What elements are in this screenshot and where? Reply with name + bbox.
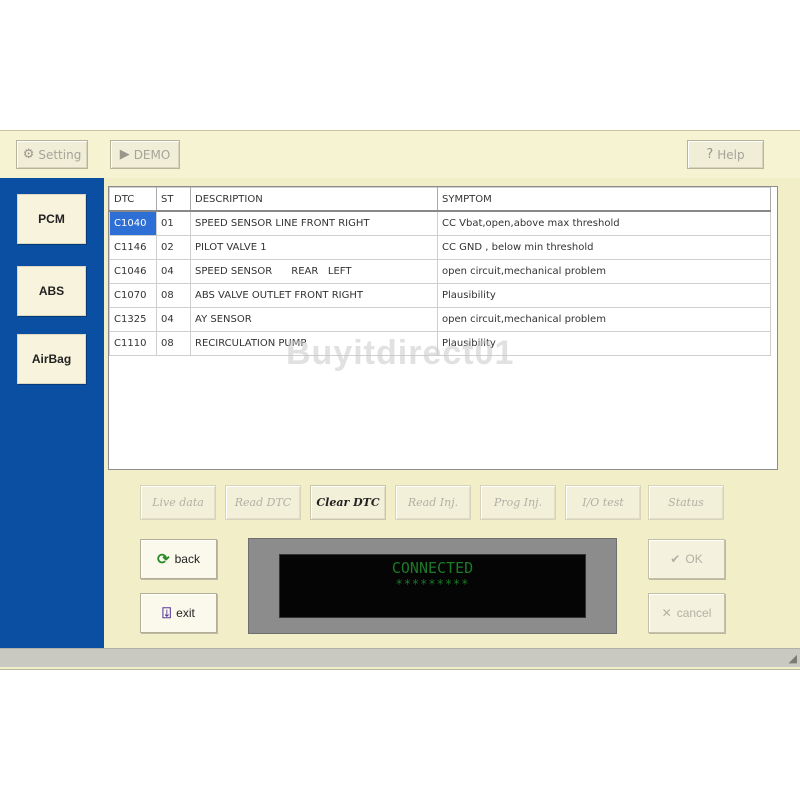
table-row[interactable]: C1325 04 AY SENSOR open circuit,mechanic…: [109, 307, 771, 332]
prog-inj-button[interactable]: Prog Inj.: [480, 485, 556, 520]
description-cell: SPEED SENSOR REAR LEFT: [190, 259, 438, 284]
dtc-table: DTC ST DESCRIPTION SYMPTOM C1040 01 SPEE…: [109, 187, 771, 356]
connection-progress-text: *********: [395, 577, 470, 591]
back-label: back: [174, 552, 200, 566]
dtc-cell[interactable]: C1325: [109, 307, 157, 332]
status-bar: ◢: [0, 648, 800, 667]
cancel-icon: ✕: [661, 606, 672, 620]
clear-dtc-button[interactable]: Clear DTC: [310, 485, 386, 520]
io-test-button[interactable]: I/O test: [565, 485, 641, 520]
play-icon: ▶: [119, 147, 130, 162]
table-row[interactable]: C1046 04 SPEED SENSOR REAR LEFT open cir…: [109, 259, 771, 284]
sidebar-item-label: ABS: [38, 284, 65, 298]
watermark-text: Buyitdirect01: [286, 334, 515, 372]
table-header-row: DTC ST DESCRIPTION SYMPTOM: [109, 187, 771, 212]
connection-display-frame: CONNECTED *********: [248, 538, 617, 634]
setting-button[interactable]: ⚙ Setting: [16, 140, 88, 169]
dtc-cell[interactable]: C1146: [109, 235, 157, 260]
dtc-cell[interactable]: C1040: [109, 210, 157, 236]
demo-button[interactable]: ▶ DEMO: [110, 140, 180, 169]
help-button[interactable]: ? Help: [687, 140, 764, 169]
sidebar-item-label: PCM: [38, 212, 65, 226]
dtc-table-panel[interactable]: DTC ST DESCRIPTION SYMPTOM C1040 01 SPEE…: [108, 186, 778, 470]
sidebar-item-label: AirBag: [31, 352, 72, 366]
read-dtc-button[interactable]: Read DTC: [225, 485, 301, 520]
dtc-cell[interactable]: C1070: [109, 283, 157, 308]
sidebar-item-airbag[interactable]: AirBag: [17, 334, 86, 384]
symptom-cell: open circuit,mechanical problem: [437, 259, 771, 284]
st-cell: 04: [156, 307, 191, 332]
st-cell: 08: [156, 331, 191, 356]
module-sidebar: PCM ABS AirBag: [0, 178, 104, 649]
setting-label: Setting: [38, 147, 82, 162]
back-button[interactable]: ⟳ back: [140, 539, 217, 579]
toolbar: ⚙ Setting ▶ DEMO ? Help: [0, 131, 800, 178]
cancel-button[interactable]: ✕ cancel: [648, 593, 725, 633]
st-cell: 02: [156, 235, 191, 260]
connection-status-text: CONNECTED: [391, 559, 474, 577]
status-button[interactable]: Status: [648, 485, 724, 520]
table-row[interactable]: C1146 02 PILOT VALVE 1 CC GND , below mi…: [109, 235, 771, 260]
question-icon: ?: [706, 147, 714, 162]
st-cell: 08: [156, 283, 191, 308]
refresh-icon: ⟳: [157, 551, 170, 568]
ok-button[interactable]: ✔ OK: [648, 539, 725, 579]
live-data-button[interactable]: Live data: [140, 485, 216, 520]
st-cell: 04: [156, 259, 191, 284]
table-row[interactable]: C1040 01 SPEED SENSOR LINE FRONT RIGHT C…: [109, 210, 771, 236]
dtc-cell[interactable]: C1110: [109, 331, 157, 356]
symptom-cell: CC GND , below min threshold: [437, 235, 771, 260]
exit-label: exit: [176, 606, 195, 620]
symptom-cell: Plausibility: [437, 283, 771, 308]
connection-display: CONNECTED *********: [279, 554, 586, 618]
exit-button[interactable]: ⍗ exit: [140, 593, 217, 633]
description-cell: SPEED SENSOR LINE FRONT RIGHT: [190, 210, 438, 236]
exit-icon: ⍗: [162, 604, 172, 622]
sidebar-item-pcm[interactable]: PCM: [17, 194, 86, 244]
help-label: Help: [717, 147, 745, 162]
dtc-cell[interactable]: C1046: [109, 259, 157, 284]
description-cell: ABS VALVE OUTLET FRONT RIGHT: [190, 283, 438, 308]
column-header-description[interactable]: DESCRIPTION: [190, 187, 438, 212]
st-cell: 01: [156, 210, 191, 236]
resize-grip-icon[interactable]: ◢: [789, 652, 797, 665]
symptom-cell: CC Vbat,open,above max threshold: [437, 210, 771, 236]
gear-icon: ⚙: [22, 147, 35, 162]
description-cell: PILOT VALVE 1: [190, 235, 438, 260]
column-header-dtc[interactable]: DTC: [109, 187, 157, 212]
table-row[interactable]: C1070 08 ABS VALVE OUTLET FRONT RIGHT Pl…: [109, 283, 771, 308]
read-inj-button[interactable]: Read Inj.: [395, 485, 471, 520]
column-header-symptom[interactable]: SYMPTOM: [437, 187, 771, 212]
column-header-st[interactable]: ST: [156, 187, 191, 212]
ok-label: OK: [685, 552, 703, 566]
sidebar-item-abs[interactable]: ABS: [17, 266, 86, 316]
check-icon: ✔: [670, 552, 681, 566]
description-cell: AY SENSOR: [190, 307, 438, 332]
cancel-label: cancel: [676, 606, 712, 620]
symptom-cell: open circuit,mechanical problem: [437, 307, 771, 332]
demo-label: DEMO: [133, 147, 171, 162]
